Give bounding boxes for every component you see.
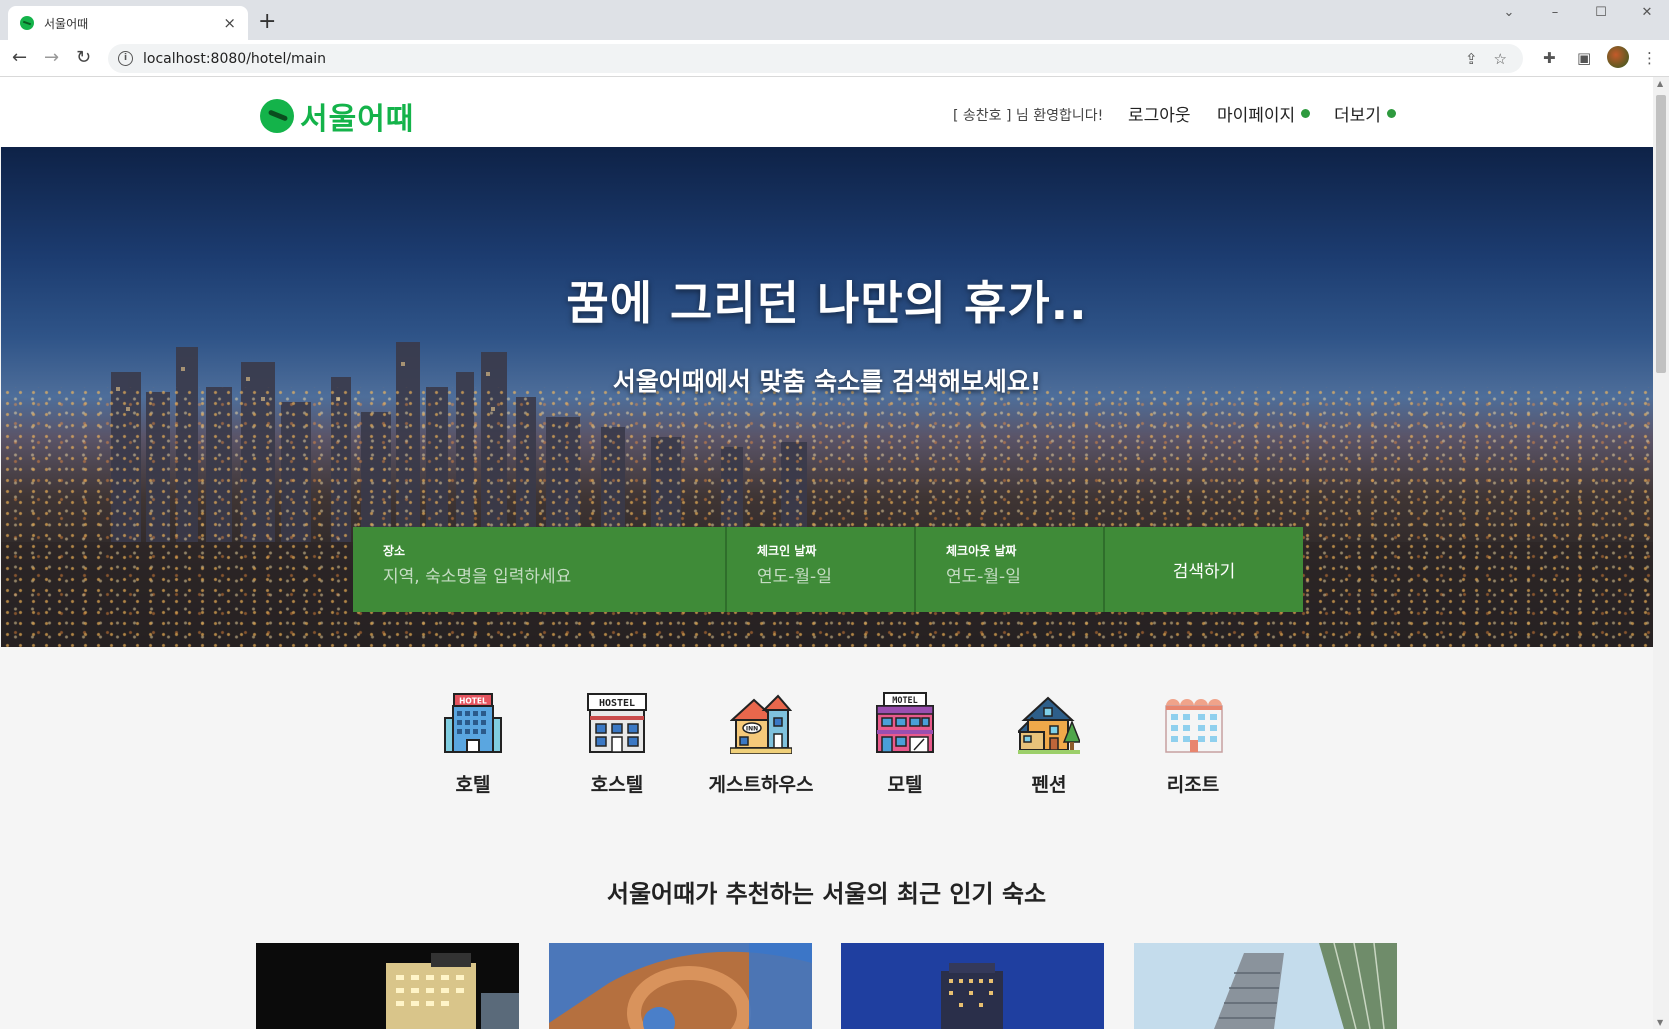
checkout-label: 체크아웃 날짜 [946,544,1017,558]
category-label: 게스트하우스 [708,774,814,796]
search-button[interactable]: 검색하기 [1105,527,1303,612]
logout-link[interactable]: 로그아웃 [1128,101,1191,126]
more-link[interactable]: 더보기 [1334,101,1396,126]
browser-toolbar: ← → ↻ i localhost:8080/hotel/main ⇪ ☆ ✚ … [0,40,1669,77]
welcome-message: [ 송찬호 ] 님 환영합니다! [953,108,1104,124]
hotel-card[interactable] [841,943,1104,1029]
category-label: 호텔 [455,774,491,796]
svg-text:HOTEL: HOTEL [459,697,487,706]
minimize-icon[interactable]: – [1532,0,1578,26]
hotel-photo [1134,943,1397,1029]
place-field[interactable]: 장소 지역, 숙소명을 입력하세요 [353,527,727,612]
profile-avatar[interactable] [1607,46,1629,68]
tab-title: 서울어때 [44,16,89,31]
logout-label: 로그아웃 [1128,106,1191,126]
resort-icon [1165,699,1223,753]
browser-tab[interactable]: 서울어때 × [8,6,248,40]
new-tab-button[interactable]: + [258,9,276,35]
hotel-photo [549,943,812,1029]
hotel-icon: HOTEL [444,693,502,753]
hotel-card[interactable] [549,943,812,1029]
category-guesthouse[interactable]: INN 게스트하우스 [691,692,831,797]
hotel-photo [386,953,519,1029]
scroll-up-icon[interactable]: ▲ [1657,79,1663,88]
maximize-icon[interactable]: ☐ [1578,0,1624,26]
hero-banner: 꿈에 그리던 나만의 휴가.. 서울어때에서 맞춤 숙소를 검색해보세요! 장소… [1,147,1653,647]
category-hostel[interactable]: HOSTEL 호스텔 [547,692,687,797]
category-label: 리조트 [1166,774,1220,796]
category-motel[interactable]: MOTEL 모텔 [835,692,975,797]
side-panel-icon[interactable]: ▣ [1577,49,1591,67]
checkin-field[interactable]: 체크인 날짜 연도-월-일 [727,527,916,612]
close-window-icon[interactable]: ✕ [1624,0,1669,26]
checkout-field[interactable]: 체크아웃 날짜 연도-월-일 [916,527,1105,612]
svg-text:INN: INN [746,726,758,733]
place-label: 장소 [383,544,406,558]
window-controls: ⌄ – ☐ ✕ [1486,0,1669,26]
checkin-input[interactable]: 연도-월-일 [757,562,914,587]
checkout-input[interactable]: 연도-월-일 [946,562,1103,587]
tab-close-icon[interactable]: × [223,14,236,32]
site-logo[interactable]: 서울어때 [260,94,414,138]
category-pension[interactable]: 펜션 [979,692,1119,797]
category-label: 모텔 [887,774,923,796]
more-label: 더보기 [1334,106,1381,126]
site-header: 서울어때 [ 송찬호 ] 님 환영합니다! 로그아웃 마이페이지 더보기 [0,77,1653,147]
scrollbar-thumb[interactable] [1656,95,1666,373]
recommend-title: 서울어때가 추천하는 서울의 최근 인기 숙소 [606,880,1047,908]
back-icon[interactable]: ← [12,47,27,69]
hero-subtitle: 서울어때에서 맞춤 숙소를 검색해보세요! [612,367,1042,396]
svg-text:HOSTEL: HOSTEL [599,698,635,709]
page-viewport: 서울어때 [ 송찬호 ] 님 환영합니다! 로그아웃 마이페이지 더보기 꿈에 … [0,77,1653,1029]
category-hotel[interactable]: HOTEL 호텔 [403,692,543,797]
tab-search-icon[interactable]: ⌄ [1486,0,1532,26]
hotel-card[interactable] [1134,943,1397,1029]
inn-icon: INN [730,694,792,754]
scroll-down-icon[interactable]: ▼ [1657,1018,1663,1027]
extensions-icon[interactable]: ✚ [1543,49,1556,67]
hostel-icon: HOSTEL [587,693,647,753]
url-text: localhost:8080/hotel/main [143,50,327,67]
logo-leaf-icon [260,99,294,133]
checkin-label: 체크인 날짜 [757,544,817,558]
hotel-card[interactable] [256,943,519,1029]
motel-icon: MOTEL [876,692,934,753]
place-input[interactable]: 지역, 숙소명을 입력하세요 [383,562,725,587]
logo-text: 서울어때 [300,102,415,137]
category-label: 호스텔 [590,774,644,796]
more-dot-icon [1386,109,1396,118]
site-info-icon[interactable]: i [118,51,133,66]
svg-text:MOTEL: MOTEL [892,696,918,706]
browser-menu-icon[interactable]: ⋮ [1642,49,1657,67]
page-scrollbar[interactable]: ▲ ▼ [1653,77,1669,1029]
forward-icon[interactable]: → [44,47,59,69]
category-label: 펜션 [1031,774,1067,796]
hotel-photo [841,943,1104,1029]
search-bar: 장소 지역, 숙소명을 입력하세요 체크인 날짜 연도-월-일 체크아웃 날짜 … [353,527,1303,612]
browser-tabstrip: 서울어때 × + ⌄ – ☐ ✕ [0,0,1669,40]
mypage-dot-icon [1301,109,1311,118]
mypage-link[interactable]: 마이페이지 [1217,101,1311,126]
reload-icon[interactable]: ↻ [76,47,91,69]
pension-icon [1018,696,1080,754]
mypage-label: 마이페이지 [1217,106,1296,126]
category-resort[interactable]: 리조트 [1123,692,1263,797]
hero-title: 꿈에 그리던 나만의 휴가.. [566,276,1088,330]
address-bar[interactable]: i localhost:8080/hotel/main ⇪ ☆ [108,44,1523,73]
share-icon[interactable]: ⇪ [1465,50,1478,68]
bookmark-star-icon[interactable]: ☆ [1494,50,1507,68]
favicon-icon [20,16,34,30]
